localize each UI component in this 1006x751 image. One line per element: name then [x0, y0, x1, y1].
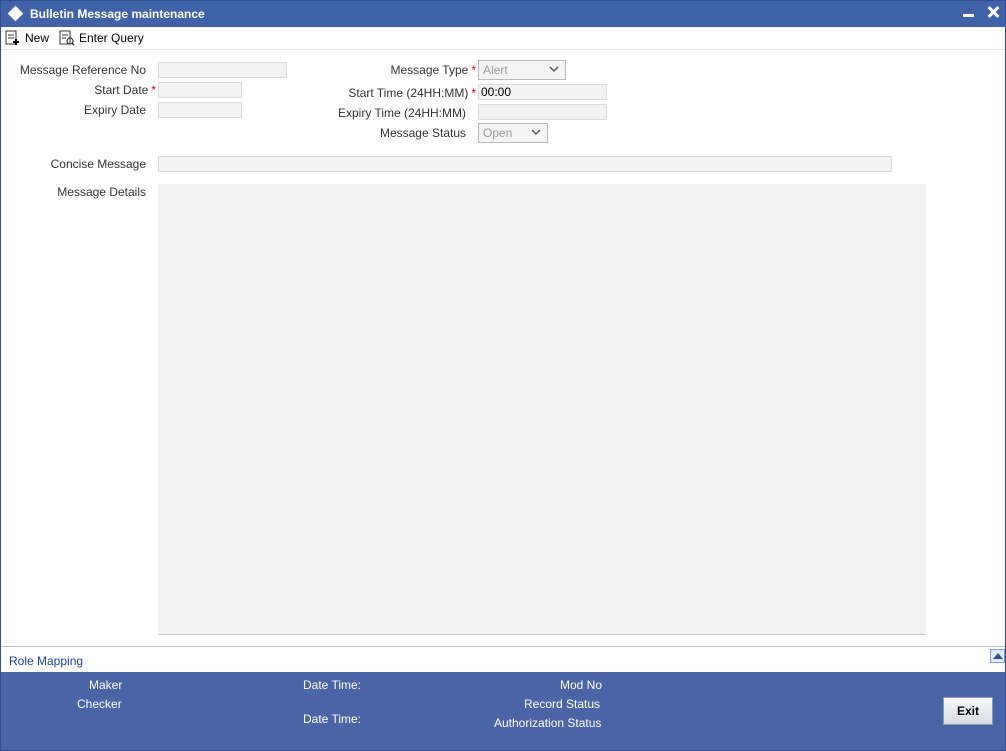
message-status-select[interactable]: Open: [478, 123, 548, 143]
message-reference-no-label: Message Reference No: [11, 63, 146, 77]
message-type-label-text: Message Type: [390, 63, 469, 77]
message-details-label: Message Details: [11, 185, 146, 199]
message-type-select[interactable]: Alert: [478, 60, 566, 80]
collapse-up-icon[interactable]: [990, 649, 1005, 663]
authorization-status-label: Authorization Status: [494, 716, 602, 730]
minimize-button[interactable]: [963, 14, 974, 17]
role-mapping-bar: Role Mapping: [1, 646, 1005, 672]
message-status-label-text: Message Status: [379, 126, 466, 140]
message-details-textarea[interactable]: [158, 184, 926, 635]
enter-query-label: Enter Query: [79, 31, 144, 45]
mod-no-label: Mod No: [560, 678, 603, 692]
expiry-time-label: Expiry Time (24HH:MM): [301, 106, 466, 120]
start-time-label-text: Start Time (24HH:MM): [348, 86, 469, 100]
checker-date-time-label: Date Time:: [303, 712, 362, 726]
expiry-date-label: Expiry Date: [11, 103, 146, 117]
message-type-value: Alert: [483, 63, 508, 77]
expiry-time-input[interactable]: [478, 104, 607, 120]
chevron-down-icon: [549, 66, 559, 73]
maker-label: Maker: [89, 678, 123, 692]
record-status-label: Record Status: [524, 697, 601, 711]
start-date-label-text: Start Date: [94, 83, 149, 97]
new-button-label: New: [25, 31, 50, 45]
message-reference-no-input[interactable]: [158, 62, 287, 78]
enter-query-icon: [59, 30, 75, 46]
start-date-required-marker: *: [151, 83, 156, 97]
start-time-input[interactable]: 00:00: [478, 84, 607, 100]
audit-footer: Maker Checker Date Time: Date Time: Mod …: [1, 672, 1005, 750]
title-bar: Bulletin Message maintenance: [1, 1, 1005, 27]
exit-button[interactable]: Exit: [943, 697, 993, 725]
window-title: Bulletin Message maintenance: [30, 7, 205, 21]
message-type-label: Message Type *: [301, 63, 477, 77]
enter-query-button[interactable]: Enter Query: [59, 29, 144, 47]
role-mapping-link[interactable]: Role Mapping: [9, 654, 83, 668]
expiry-date-label-text: Expiry Date: [83, 103, 146, 117]
checker-label: Checker: [77, 697, 122, 711]
start-date-label: Start Date *: [11, 83, 156, 97]
concise-message-input[interactable]: [158, 156, 892, 172]
message-status-label: Message Status: [301, 126, 466, 140]
concise-message-label-text: Concise Message: [50, 157, 146, 171]
bulletin-message-window: Bulletin Message maintenance New Enter Q…: [0, 0, 1006, 751]
message-reference-no-label-text: Message Reference No: [19, 63, 146, 77]
window-diamond-icon: [7, 5, 24, 22]
start-time-label: Start Time (24HH:MM) *: [301, 86, 476, 100]
message-status-value: Open: [483, 126, 513, 140]
start-time-required-marker: *: [471, 86, 476, 100]
message-details-label-text: Message Details: [57, 185, 146, 199]
new-document-icon: [5, 30, 19, 45]
toolbar: New Enter Query: [1, 27, 1005, 50]
new-button[interactable]: New: [5, 29, 49, 47]
expiry-time-label-text: Expiry Time (24HH:MM): [337, 106, 466, 120]
concise-message-label: Concise Message: [11, 157, 146, 171]
expiry-date-input[interactable]: [158, 102, 242, 118]
message-type-required-marker: *: [471, 63, 476, 77]
start-date-input[interactable]: [158, 82, 242, 98]
maker-date-time-label: Date Time:: [303, 678, 362, 692]
close-button[interactable]: [984, 3, 1002, 21]
chevron-down-icon: [531, 129, 541, 136]
